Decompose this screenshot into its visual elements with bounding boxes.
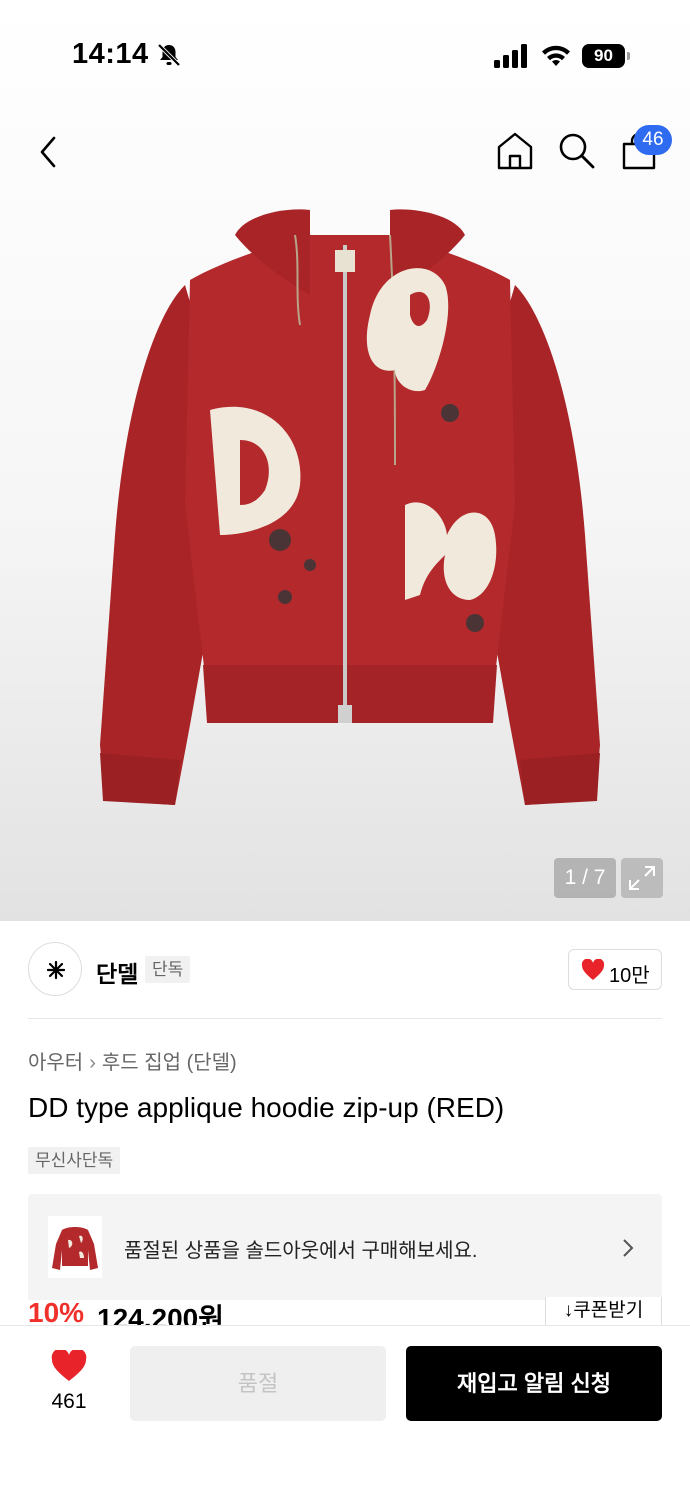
brand-name[interactable]: 단델 [96, 955, 138, 989]
coupon-button[interactable]: ↓쿠폰받기 [545, 1297, 662, 1325]
breadcrumb: 아우터 › 후드 집업 (단델) [28, 1046, 237, 1075]
status-time: 14:14 [72, 38, 149, 70]
home-icon[interactable] [495, 130, 535, 172]
battery-level: 90 [582, 44, 625, 68]
product-hero: 14:14 90 46 1 / 7 [0, 0, 690, 921]
image-counter: 1 / 7 [554, 858, 616, 898]
bottom-action-bar: 461 품절 재입고 알림 신청 [0, 1325, 690, 1500]
product-image-hoodie[interactable] [95, 205, 605, 810]
breadcrumb-category[interactable]: 아우터 [28, 1052, 83, 1074]
cart-count-badge: 46 [634, 125, 672, 155]
chevron-right-icon: › [89, 1052, 96, 1074]
brand-logo[interactable] [28, 942, 82, 996]
coupon-label: 쿠폰받기 [573, 1300, 644, 1321]
sale-price: 124,200원 [97, 1303, 224, 1325]
product-title: DD type applique hoodie zip-up (RED) [28, 1092, 505, 1123]
brand-exclusive-tag: 단독 [145, 956, 191, 983]
musinsa-exclusive-tag: 무신사단독 [28, 1147, 121, 1174]
bell-muted-icon [157, 43, 181, 67]
product-thumbnail [48, 1216, 102, 1278]
price-row: 10% 124,200원 ↓쿠폰받기 [0, 1297, 690, 1325]
heart-icon[interactable] [51, 1350, 87, 1382]
divider [28, 1018, 662, 1019]
like-count: 461 [51, 1390, 87, 1413]
soldout-banner[interactable]: 품절된 상품을 솔드아웃에서 구매해보세요. [28, 1194, 662, 1300]
brand-like-button[interactable]: 10만 [568, 949, 662, 990]
download-icon: ↓ [563, 1300, 574, 1321]
cellular-signal-icon [494, 44, 527, 68]
back-arrow-icon[interactable] [30, 130, 70, 174]
soldout-banner-text: 품절된 상품을 솔드아웃에서 구매해보세요. [124, 1240, 478, 1262]
battery-tip [627, 52, 630, 60]
brand-like-count: 10만 [609, 965, 650, 987]
restock-alert-button[interactable]: 재입고 알림 신청 [406, 1346, 662, 1421]
wifi-icon [542, 45, 570, 66]
search-icon[interactable] [556, 130, 596, 172]
soldout-button[interactable]: 품절 [130, 1346, 386, 1421]
breadcrumb-subcategory[interactable]: 후드 집업 (단델) [102, 1052, 237, 1074]
discount-rate: 10% [28, 1297, 85, 1325]
heart-icon [581, 959, 605, 980]
status-bar: 14:14 90 [0, 0, 690, 110]
asterisk-logo-icon [46, 960, 66, 980]
battery-indicator: 90 [582, 44, 630, 68]
chevron-right-icon [623, 1239, 634, 1257]
expand-icon [629, 866, 655, 890]
expand-button[interactable] [621, 858, 663, 898]
